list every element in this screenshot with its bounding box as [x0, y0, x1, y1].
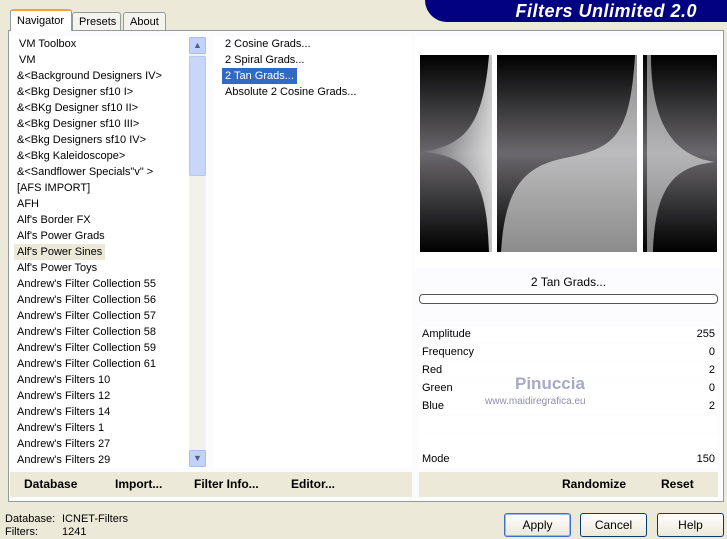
- category-item[interactable]: Andrew's Filter Collection 56: [14, 292, 159, 308]
- category-item[interactable]: &<BKg Designer sf10 II>: [14, 100, 141, 116]
- param-slider[interactable]: Frequency 0: [419, 344, 718, 361]
- filter-item[interactable]: Absolute 2 Cosine Grads...: [222, 84, 359, 100]
- category-item[interactable]: Alf's Power Sines: [14, 244, 106, 260]
- app-title: Filters Unlimited 2.0: [515, 1, 697, 21]
- tab-presets[interactable]: Presets: [72, 12, 121, 31]
- category-item[interactable]: [AFS IMPORT]: [14, 180, 93, 196]
- preview-area: [415, 36, 722, 268]
- category-item[interactable]: Andrew's Filters 1: [14, 420, 107, 436]
- cancel-button[interactable]: Cancel: [580, 513, 647, 537]
- left-button-bar: Database Import... Filter Info... Editor…: [10, 472, 412, 497]
- param-name: Green: [422, 382, 453, 394]
- filter-preview-image: [420, 55, 717, 252]
- tab-about[interactable]: About: [123, 12, 166, 31]
- category-item[interactable]: Andrew's Filters 14: [14, 404, 113, 420]
- category-item[interactable]: VM: [16, 52, 39, 68]
- filter-list[interactable]: 2 Cosine Grads... 2 Spiral Grads... 2 Tan …: [213, 36, 412, 468]
- param-slider[interactable]: Amplitude 255: [419, 326, 718, 343]
- category-item[interactable]: VM Toolbox: [16, 36, 79, 52]
- category-item[interactable]: Andrew's Filter Collection 57: [14, 308, 159, 324]
- scroll-down-icon[interactable]: ▼: [189, 450, 206, 467]
- right-button-bar: Randomize Reset: [419, 472, 718, 497]
- category-item[interactable]: Alf's Power Toys: [14, 260, 100, 276]
- filters-label: Filters:: [5, 526, 38, 538]
- category-item[interactable]: &<Bkg Kaleidoscope>: [14, 148, 128, 164]
- scroll-up-icon[interactable]: ▲: [189, 37, 206, 54]
- category-item[interactable]: Andrew's Filters 10: [14, 372, 113, 388]
- watermark-url: www.maidiregrafica.eu: [485, 396, 586, 407]
- randomize-button[interactable]: Randomize: [562, 472, 626, 496]
- category-item[interactable]: &<Bkg Designer sf10 III>: [14, 116, 142, 132]
- param-value: 150: [696, 453, 715, 465]
- filter-item[interactable]: 2 Tan Grads...: [222, 68, 297, 84]
- editor-button[interactable]: Editor...: [291, 472, 335, 496]
- status-info: Database: ICNET-Filters Filters: 1241: [5, 513, 128, 539]
- filter-item[interactable]: 2 Cosine Grads...: [222, 36, 314, 52]
- category-item[interactable]: &<Bkg Designers sf10 IV>: [14, 132, 149, 148]
- help-button[interactable]: Help: [657, 513, 724, 537]
- category-item[interactable]: &<Background Designers IV>: [14, 68, 165, 84]
- category-item[interactable]: Andrew's Filters 12: [14, 388, 113, 404]
- category-scrollbar[interactable]: ▲ ▼: [189, 37, 206, 467]
- param-value: 255: [696, 328, 715, 340]
- preview-caption: 2 Tan Grads...: [530, 275, 607, 289]
- category-item[interactable]: Andrew's Filter Collection 58: [14, 324, 159, 340]
- category-list[interactable]: VM Toolbox VM &<Background Designers IV> &<…: [10, 36, 189, 468]
- category-item[interactable]: Alf's Power Grads: [14, 228, 108, 244]
- param-slider[interactable]: Mode 150: [419, 451, 718, 468]
- param-value: 0: [708, 346, 715, 358]
- filter-info-button[interactable]: Filter Info...: [194, 472, 259, 496]
- category-item[interactable]: AFH: [14, 196, 42, 212]
- database-button[interactable]: Database: [24, 472, 77, 496]
- scroll-thumb[interactable]: [189, 56, 206, 176]
- filter-item[interactable]: 2 Spiral Grads...: [222, 52, 307, 68]
- category-item[interactable]: Andrew's Filters 27: [14, 436, 113, 452]
- database-value: ICNET-Filters: [62, 513, 128, 525]
- category-item[interactable]: Andrew's Filter Collection 55: [14, 276, 159, 292]
- category-item[interactable]: Andrew's Filters 29: [14, 452, 113, 468]
- progress-bar: [419, 294, 718, 304]
- param-name: Amplitude: [422, 328, 471, 340]
- category-item[interactable]: Andrew's Filter Collection 59: [14, 340, 159, 356]
- param-value: 2: [708, 364, 715, 376]
- category-item[interactable]: Andrew's Filter Collection 61: [14, 356, 159, 372]
- category-item[interactable]: &<Bkg Designer sf10 I>: [14, 84, 136, 100]
- param-value: 0: [708, 382, 715, 394]
- database-label: Database:: [5, 513, 56, 525]
- import-button[interactable]: Import...: [115, 472, 162, 496]
- filters-count: 1241: [62, 526, 87, 538]
- reset-button[interactable]: Reset: [661, 472, 694, 496]
- param-name: Red: [422, 364, 443, 376]
- param-slider[interactable]: [419, 434, 718, 451]
- category-item[interactable]: Alf's Border FX: [14, 212, 94, 228]
- param-slider[interactable]: [419, 416, 718, 433]
- param-name: Mode: [422, 453, 450, 465]
- category-item[interactable]: &<Sandflower Specials"v" >: [14, 164, 156, 180]
- param-name: Blue: [422, 400, 445, 412]
- watermark-name: Pinuccia: [515, 374, 585, 393]
- title-banner: Filters Unlimited 2.0: [425, 0, 727, 22]
- tab-navigator[interactable]: Navigator: [10, 9, 72, 31]
- param-name: Frequency: [422, 346, 474, 358]
- param-value: 2: [708, 400, 715, 412]
- apply-button[interactable]: Apply: [504, 513, 571, 537]
